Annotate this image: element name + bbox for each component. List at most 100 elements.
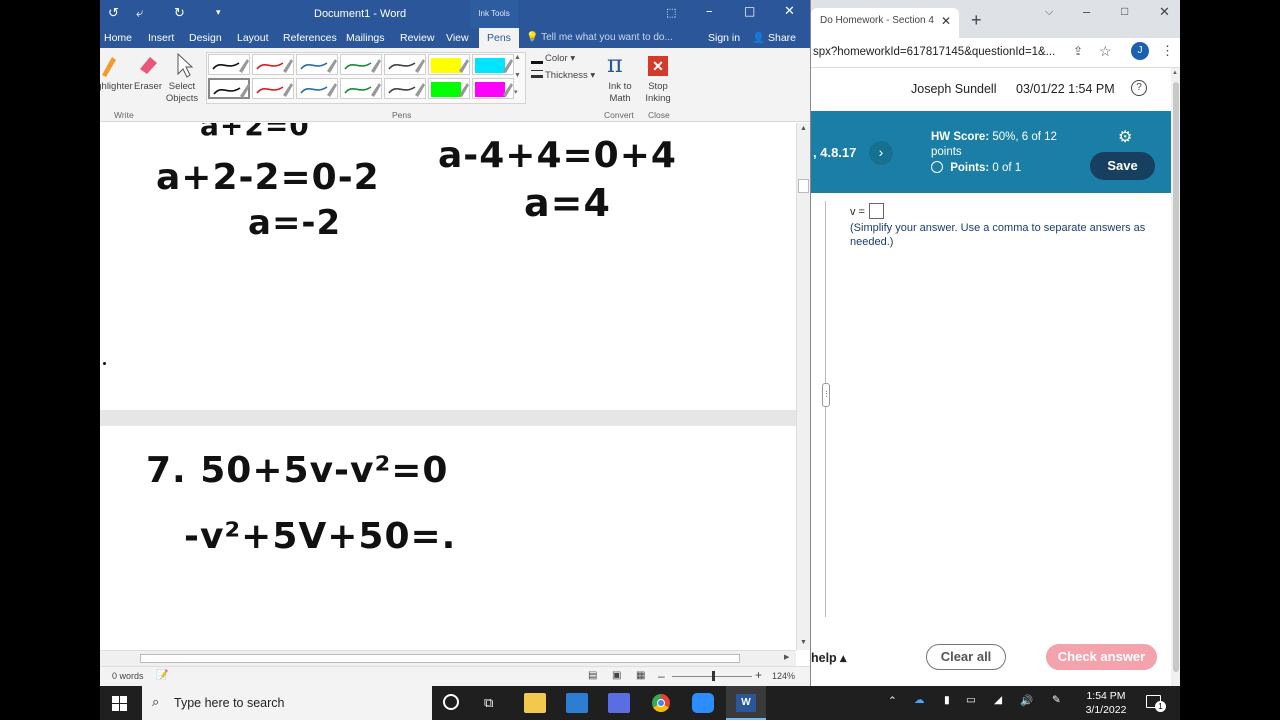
share-button[interactable]: 👤 Share <box>752 31 796 44</box>
zoom-out-icon[interactable]: – <box>658 669 665 683</box>
horizontal-scrollbar[interactable]: ▶ <box>100 650 796 666</box>
microphone-icon[interactable]: ▮ <box>944 694 950 706</box>
scroll-down-icon[interactable]: ▼ <box>800 639 807 646</box>
gallery-scroll-up-icon[interactable]: ▲ <box>514 54 521 61</box>
next-question-button[interactable]: › <box>869 141 893 165</box>
clock[interactable]: 1:54 PM 3/1/2022 <box>1080 689 1132 717</box>
stop-inking-button[interactable]: Stop Inking <box>640 81 676 105</box>
stop-inking-icon[interactable]: ✕ <box>648 56 668 76</box>
pen-swatch[interactable] <box>384 54 426 75</box>
word-count[interactable]: 0 words <box>112 671 144 681</box>
browser-menu-icon[interactable]: ⋮ <box>1161 43 1174 59</box>
document-area[interactable]: a+2=0 a+2-2=0-2 a=-2 a-4+4=0+4 a=4 7. 50… <box>100 123 796 650</box>
url-field[interactable]: spx?homeworkId=617817145&questionId=1&..… <box>813 46 1055 58</box>
task-view-icon[interactable]: ⧉ <box>484 695 493 711</box>
redo-icon[interactable]: ↻ <box>174 6 185 21</box>
browser-scroll-thumb[interactable] <box>1173 82 1179 672</box>
pi-icon[interactable]: π <box>607 50 623 78</box>
highlighter-icon[interactable] <box>100 53 118 84</box>
hscroll-thumb[interactable] <box>140 654 740 663</box>
file-explorer-icon[interactable] <box>524 693 546 713</box>
highlighter-swatch[interactable] <box>472 54 514 75</box>
tab-layout[interactable]: Layout <box>237 32 269 44</box>
color-button[interactable]: Color ▾ <box>545 53 575 65</box>
clear-all-button[interactable]: Clear all <box>926 644 1006 670</box>
pen-workspace-icon[interactable]: ✎ <box>1052 694 1061 706</box>
print-layout-icon[interactable]: ▣ <box>612 670 621 681</box>
share-page-icon[interactable]: ⇪ <box>1073 44 1083 58</box>
undo-icon[interactable]: ⤶ <box>136 6 143 21</box>
tab-home[interactable]: Home <box>104 32 132 44</box>
customize-quick-access-icon[interactable]: ▾ <box>216 8 221 18</box>
pen-swatch[interactable] <box>296 78 338 99</box>
start-button[interactable] <box>112 696 127 711</box>
sign-in-link[interactable]: Sign in <box>708 32 740 44</box>
close-tab-icon[interactable]: ✕ <box>941 14 951 28</box>
mail-icon[interactable] <box>566 693 588 713</box>
zoom-in-icon[interactable]: + <box>755 668 762 682</box>
pen-swatch[interactable] <box>252 78 294 99</box>
read-mode-icon[interactable]: ▤ <box>588 670 597 681</box>
pen-swatch[interactable] <box>384 78 426 99</box>
scroll-up-icon[interactable]: ▲ <box>800 125 807 132</box>
settings-gear-icon[interactable]: ⚙ <box>1118 127 1132 147</box>
ribbon-display-options-icon[interactable]: ⬚ <box>666 6 676 19</box>
document-page-2[interactable]: 7. 50+5v-v²=0 -v²+5V+50=. <box>100 426 796 650</box>
zoom-slider-thumb[interactable] <box>712 671 715 681</box>
pen-swatch[interactable] <box>340 54 382 75</box>
pen-swatch[interactable] <box>208 54 250 75</box>
browser-maximize-button[interactable]: □ <box>1121 4 1128 18</box>
eraser-icon[interactable] <box>137 54 159 81</box>
browser-minimize-button[interactable]: – <box>1083 4 1090 19</box>
tab-review[interactable]: Review <box>400 32 434 44</box>
volume-icon[interactable]: 🔊 <box>1020 694 1033 707</box>
tab-pens[interactable]: Pens <box>479 28 519 48</box>
select-objects-button[interactable]: Select Objects <box>162 81 202 105</box>
pen-swatch[interactable] <box>208 78 250 99</box>
tab-view[interactable]: View <box>446 32 469 44</box>
highlighter-swatch[interactable] <box>428 78 470 99</box>
save-button[interactable]: Save <box>1090 152 1155 180</box>
profile-avatar[interactable]: J <box>1131 42 1149 60</box>
highlighter-swatch[interactable] <box>472 78 514 99</box>
hscroll-right-icon[interactable]: ▶ <box>784 653 789 661</box>
zoom-app-icon[interactable] <box>692 693 714 713</box>
web-layout-icon[interactable]: ▦ <box>636 670 645 681</box>
pen-swatch[interactable] <box>252 54 294 75</box>
action-center-icon[interactable]: 1 <box>1146 695 1166 712</box>
document-page-1[interactable]: a+2=0 a+2-2=0-2 a=-2 a-4+4=0+4 a=4 <box>100 123 796 410</box>
browser-scroll-up-icon[interactable]: ▲ <box>1172 70 1178 76</box>
minimize-button[interactable]: – <box>706 4 713 19</box>
help-circle-icon[interactable]: ? <box>1131 80 1147 96</box>
thickness-button[interactable]: Thickness ▾ <box>545 70 595 82</box>
word-taskbar-button[interactable]: W <box>726 686 766 720</box>
browser-scrollbar[interactable]: ▲ <box>1171 68 1180 686</box>
tab-search-icon[interactable]: ⌵ <box>1045 6 1053 19</box>
onedrive-icon[interactable]: ☁ <box>914 694 925 706</box>
chrome-icon[interactable] <box>652 694 670 712</box>
ink-to-math-button[interactable]: Ink to Math <box>600 81 640 105</box>
bookmark-star-icon[interactable]: ☆ <box>1099 43 1112 60</box>
photos-app-icon[interactable] <box>608 693 630 713</box>
panel-resize-handle[interactable]: ⋮ <box>822 383 830 407</box>
tab-references[interactable]: References <box>283 32 337 44</box>
highlighter-swatch[interactable] <box>428 54 470 75</box>
browser-close-button[interactable]: ✕ <box>1159 4 1170 20</box>
taskbar-search-box[interactable]: ⌕ Type here to search <box>142 686 432 720</box>
tell-me-search[interactable]: 💡 Tell me what you want to do... <box>526 32 673 43</box>
tab-insert[interactable]: Insert <box>148 32 174 44</box>
help-menu[interactable]: help ▴ <box>811 650 846 665</box>
highlighter-button[interactable]: Highlighter <box>100 81 134 93</box>
select-objects-icon[interactable] <box>174 52 194 83</box>
pen-swatch[interactable] <box>340 78 382 99</box>
proofing-icon[interactable]: 📝 <box>156 670 168 681</box>
pen-swatch[interactable] <box>296 54 338 75</box>
tab-design[interactable]: Design <box>189 32 222 44</box>
maximize-button[interactable]: □ <box>744 4 755 18</box>
browser-tab-homework[interactable]: Do Homework - Section 4 ✕ <box>811 8 959 38</box>
autosave-icon[interactable]: ↺ <box>108 6 119 21</box>
show-hidden-icons[interactable]: ⌃ <box>888 695 897 707</box>
eraser-button[interactable]: Eraser <box>130 81 166 93</box>
vertical-scrollbar[interactable]: ▲ ▼ <box>796 123 810 650</box>
gallery-scroll-down-icon[interactable]: ▼ <box>514 72 521 79</box>
